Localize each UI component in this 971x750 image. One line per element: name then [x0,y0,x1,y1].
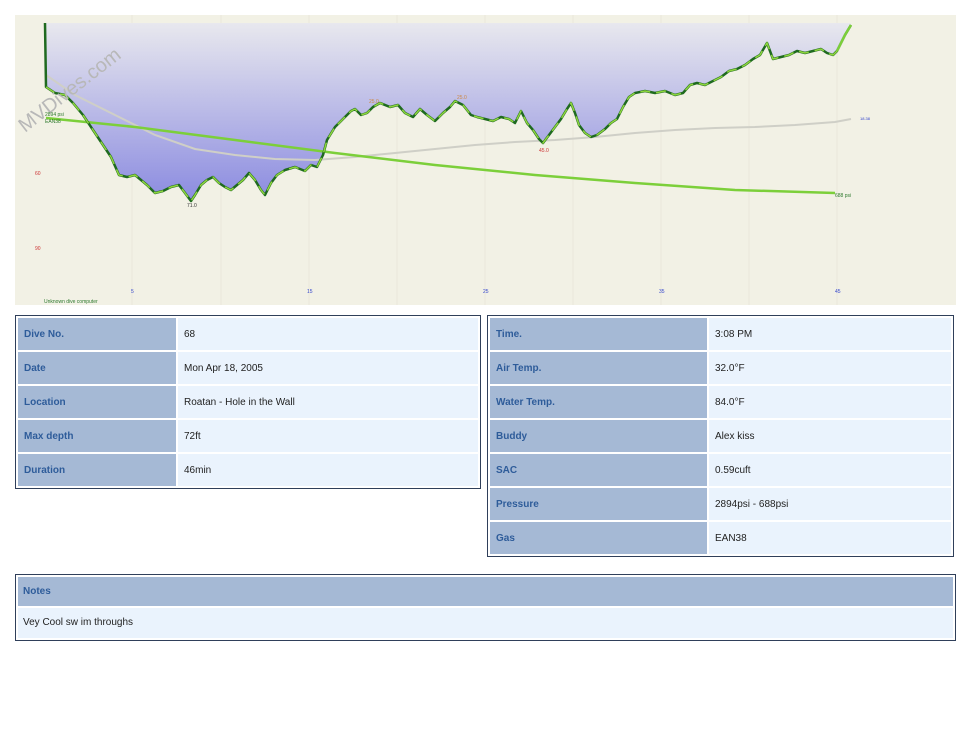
table-row: Gas EAN38 [490,522,951,554]
dive-info-table: Dive No. 68 Date Mon Apr 18, 2005 Location… [15,315,481,489]
depth-tick-90: 90 [35,246,41,252]
sac-value: 0.59cuft [709,454,951,486]
time-value: 3:08 PM [709,318,951,350]
table-row: SAC 0.59cuft [490,454,951,486]
table-row: Duration 46min [18,454,478,486]
start-pressure-label: 2894 psi [45,112,64,118]
table-row: Location Roatan - Hole in the Wall [18,386,478,418]
peak-depth-label-2: 25.0 [457,95,467,101]
date-value: Mon Apr 18, 2005 [178,352,478,384]
time-tick-25: 25 [483,289,489,295]
sac-label: SAC [490,454,707,486]
end-pressure-label: 688 psi [835,193,851,199]
pressure-value: 2894psi - 688psi [709,488,951,520]
table-row: Time. 3:08 PM [490,318,951,350]
temperature-end-label: 18.38 [860,116,871,121]
table-row: Air Temp. 32.0°F [490,352,951,384]
table-row: Dive No. 68 [18,318,478,350]
dive-computer-label: Unknown dive computer [44,299,98,305]
notes-title: Notes [18,577,953,606]
location-label: Location [18,386,176,418]
air-temp-label: Air Temp. [490,352,707,384]
notes-text: Vey Cool sw im throughs [18,608,953,638]
dive-conditions-table: Time. 3:08 PM Air Temp. 32.0°F Water Temp.… [487,315,954,557]
table-row: Water Temp. 84.0°F [490,386,951,418]
air-temp-value: 32.0°F [709,352,951,384]
table-row: Pressure 2894psi - 688psi [490,488,951,520]
max-depth-value: 72ft [178,420,478,452]
water-temp-label: Water Temp. [490,386,707,418]
gas-value: EAN38 [709,522,951,554]
table-row: Buddy Alex kiss [490,420,951,452]
max-depth-label-cell: Max depth [18,420,176,452]
water-temp-value: 84.0°F [709,386,951,418]
pressure-label: Pressure [490,488,707,520]
duration-label: Duration [18,454,176,486]
table-row: Date Mon Apr 18, 2005 [18,352,478,384]
peak-depth-label-1: 25.0 [369,99,379,105]
time-tick-15: 15 [307,289,313,295]
dive-number-value: 68 [178,318,478,350]
time-label: Time. [490,318,707,350]
time-tick-45: 45 [835,289,841,295]
date-label: Date [18,352,176,384]
buddy-label: Buddy [490,420,707,452]
start-gas-label: EAN38 [45,119,61,125]
mid-depth-label: 45.0 [539,148,549,154]
gas-label: Gas [490,522,707,554]
location-value: Roatan - Hole in the Wall [178,386,478,418]
depth-tick-60: 60 [35,171,41,177]
duration-value: 46min [178,454,478,486]
notes-section: Notes Vey Cool sw im throughs [15,574,956,641]
max-depth-label: 71.0 [187,203,197,209]
time-tick-5: 5 [131,289,134,295]
buddy-value: Alex kiss [709,420,951,452]
table-row: Max depth 72ft [18,420,478,452]
dive-number-label: Dive No. [18,318,176,350]
dive-profile-chart: MVDives.com 2894 psi EAN38 688 psi 18.38… [15,15,956,305]
time-tick-35: 35 [659,289,665,295]
